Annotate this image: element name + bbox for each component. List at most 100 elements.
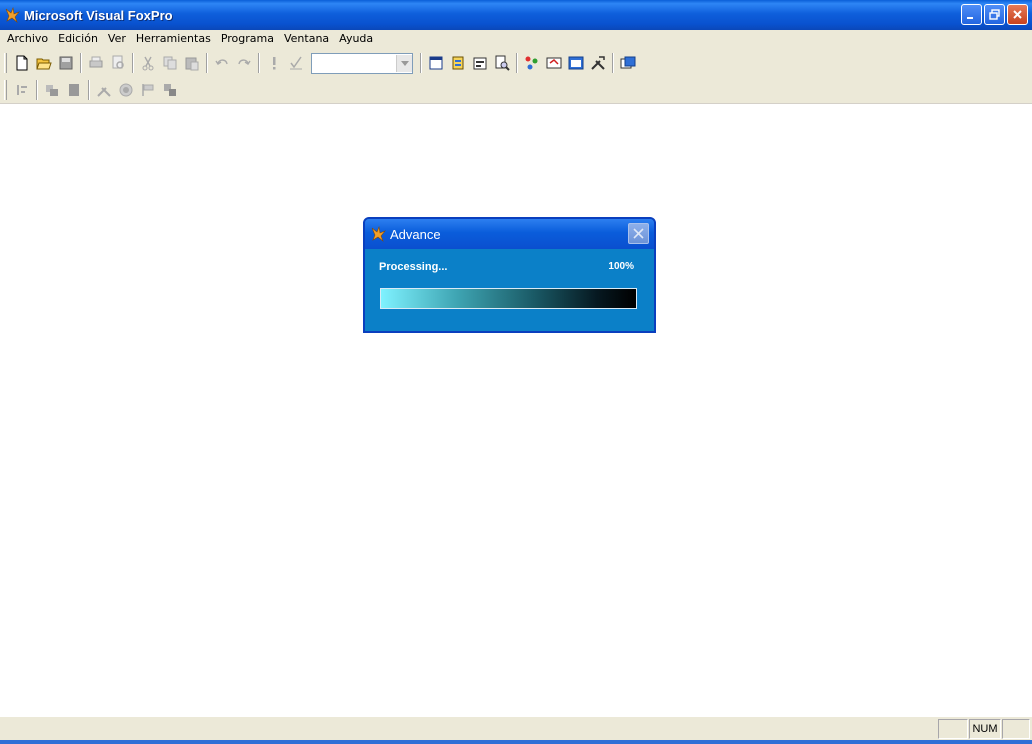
task-pane-icon bbox=[568, 56, 584, 70]
open-folder-icon bbox=[36, 58, 52, 70]
toolbar-separator bbox=[36, 80, 38, 100]
print-preview-button[interactable] bbox=[107, 52, 129, 74]
foxpro-icon bbox=[371, 226, 386, 242]
print-icon bbox=[89, 56, 103, 68]
toolbox-button[interactable] bbox=[587, 52, 609, 74]
object-browser-icon bbox=[546, 57, 562, 69]
copy-icon bbox=[163, 56, 177, 70]
open-folder-button[interactable] bbox=[33, 52, 55, 74]
class-browser-icon bbox=[525, 56, 538, 70]
num-lock-indicator: NUM bbox=[969, 719, 1001, 739]
paste-icon bbox=[185, 57, 199, 71]
status-text: Processing... bbox=[379, 261, 448, 273]
toolbar-separator bbox=[420, 53, 422, 73]
toolbar-separator bbox=[516, 53, 518, 73]
restore-button[interactable] bbox=[984, 4, 1005, 25]
run-button[interactable] bbox=[263, 52, 285, 74]
menu-ayuda[interactable]: Ayuda bbox=[334, 30, 378, 48]
toolbar-grip[interactable] bbox=[4, 53, 7, 73]
class-browser-button[interactable] bbox=[521, 52, 543, 74]
dialog-close-button[interactable] bbox=[628, 223, 649, 244]
target-button[interactable] bbox=[115, 79, 137, 101]
restore-icon bbox=[989, 9, 1000, 20]
print-preview-icon bbox=[112, 55, 124, 69]
dialog-body: Processing... 100% bbox=[365, 249, 654, 331]
menu-edicion[interactable]: Edición bbox=[53, 30, 103, 48]
minimize-icon bbox=[967, 17, 973, 19]
toolbar-separator bbox=[80, 53, 82, 73]
exclamation-icon bbox=[273, 57, 276, 70]
dialog-title: Advance bbox=[390, 226, 441, 242]
database-combo[interactable] bbox=[311, 52, 413, 74]
save-button[interactable] bbox=[55, 52, 77, 74]
page-button[interactable] bbox=[63, 79, 85, 101]
menu-ver[interactable]: Ver bbox=[103, 30, 131, 48]
target-icon bbox=[119, 83, 133, 97]
toolbar-separator bbox=[612, 53, 614, 73]
paste-button[interactable] bbox=[181, 52, 203, 74]
dialog-title-bar[interactable]: Advance bbox=[365, 219, 654, 249]
menu-programa[interactable]: Programa bbox=[216, 30, 279, 48]
undo-icon bbox=[215, 59, 228, 65]
status-pane bbox=[1002, 719, 1030, 739]
layout-button[interactable] bbox=[41, 79, 63, 101]
object-browser-button[interactable] bbox=[543, 52, 565, 74]
flag-button[interactable] bbox=[137, 79, 159, 101]
data-session-icon bbox=[620, 56, 636, 69]
minimize-button[interactable] bbox=[961, 4, 982, 25]
align-icon bbox=[17, 85, 27, 95]
menu-bar: Archivo Edición Ver Herramientas Program… bbox=[0, 30, 1032, 48]
toolbar-separator bbox=[258, 53, 260, 73]
magnifier-document-icon bbox=[495, 55, 510, 71]
order-button[interactable] bbox=[159, 79, 181, 101]
check-pen-icon bbox=[290, 56, 302, 70]
builder-button[interactable] bbox=[93, 79, 115, 101]
redo-button[interactable] bbox=[233, 52, 255, 74]
close-button[interactable] bbox=[1007, 4, 1028, 25]
tools-icon bbox=[591, 56, 605, 70]
properties-window-button[interactable] bbox=[469, 52, 491, 74]
flag-icon bbox=[142, 84, 154, 96]
progress-dialog: Advance Processing... 100% bbox=[363, 217, 656, 333]
align-button[interactable] bbox=[11, 79, 33, 101]
new-file-icon bbox=[16, 55, 28, 71]
hammer-icon bbox=[97, 87, 111, 97]
toolbar-grip[interactable] bbox=[4, 80, 7, 100]
status-pane bbox=[938, 719, 968, 739]
undo-button[interactable] bbox=[211, 52, 233, 74]
scissors-icon bbox=[142, 56, 154, 71]
menu-herramientas[interactable]: Herramientas bbox=[131, 30, 216, 48]
window-title: Microsoft Visual FoxPro bbox=[24, 7, 173, 23]
menu-ventana[interactable]: Ventana bbox=[279, 30, 334, 48]
database-icon bbox=[452, 56, 464, 70]
command-window-button[interactable] bbox=[425, 52, 447, 74]
progress-bar-fill bbox=[381, 289, 636, 308]
page-icon bbox=[69, 84, 79, 96]
code-window-button[interactable] bbox=[491, 52, 513, 74]
new-file-button[interactable] bbox=[11, 52, 33, 74]
cut-button[interactable] bbox=[137, 52, 159, 74]
view-window-button[interactable] bbox=[447, 52, 469, 74]
data-session-button[interactable] bbox=[617, 52, 639, 74]
chevron-down-icon[interactable] bbox=[396, 54, 412, 72]
standard-toolbar bbox=[0, 50, 639, 76]
print-button[interactable] bbox=[85, 52, 107, 74]
modify-form-button[interactable] bbox=[285, 52, 307, 74]
menu-archivo[interactable]: Archivo bbox=[2, 30, 53, 48]
status-bar: NUM bbox=[0, 716, 1032, 740]
save-icon bbox=[59, 56, 73, 70]
task-pane-button[interactable] bbox=[565, 52, 587, 74]
bottom-strip bbox=[0, 740, 1032, 744]
toolbar-separator bbox=[206, 53, 208, 73]
percent-text: 100% bbox=[608, 261, 634, 272]
title-bar[interactable]: Microsoft Visual FoxPro bbox=[0, 0, 1032, 30]
copy-button[interactable] bbox=[159, 52, 181, 74]
toolbar-separator bbox=[132, 53, 134, 73]
layout-icon bbox=[46, 85, 58, 96]
close-icon bbox=[1013, 10, 1022, 19]
order-icon bbox=[164, 84, 176, 96]
toolbar-area bbox=[0, 48, 1032, 104]
foxpro-icon bbox=[5, 7, 20, 23]
command-window-icon bbox=[429, 56, 443, 70]
secondary-toolbar bbox=[0, 77, 181, 103]
